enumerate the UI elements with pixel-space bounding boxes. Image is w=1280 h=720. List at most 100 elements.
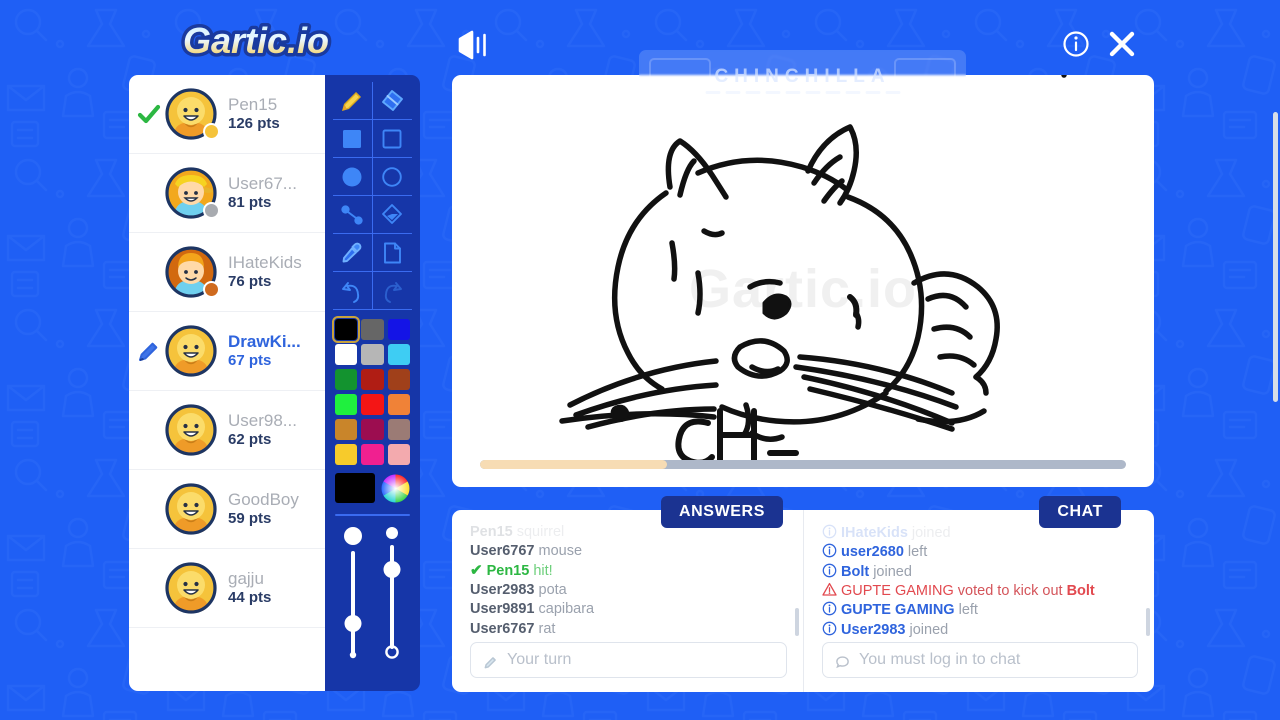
color-swatch[interactable]: [387, 444, 410, 465]
color-swatch[interactable]: [361, 369, 384, 390]
avatar: [163, 165, 220, 221]
info-circle-icon: [822, 543, 837, 558]
undo-tool[interactable]: [333, 272, 373, 310]
chat-panel: IHateKids joined user2680 left Bolt join…: [803, 510, 1154, 692]
outline-rectangle-tool[interactable]: [372, 120, 412, 158]
color-swatch[interactable]: [387, 394, 410, 415]
color-swatch[interactable]: [335, 394, 358, 415]
message-author: User2983: [470, 582, 535, 599]
player-row[interactable]: DrawKi... 67 pts: [129, 312, 325, 391]
word-dash: [705, 91, 720, 94]
answer-input[interactable]: Your turn: [470, 642, 787, 678]
player-info: User67... 81 pts: [228, 174, 297, 212]
slider-knob[interactable]: [344, 615, 362, 633]
pencil-icon: [339, 88, 365, 114]
player-marker-empty: [135, 574, 163, 602]
filled-circle-icon: [339, 164, 365, 190]
color-wheel-icon[interactable]: [381, 474, 410, 503]
color-swatch[interactable]: [387, 419, 410, 440]
fill-bucket-tool[interactable]: [372, 196, 412, 234]
color-swatch[interactable]: [331, 316, 361, 343]
brush-size-slider[interactable]: [338, 527, 368, 665]
color-swatch[interactable]: [335, 444, 358, 465]
color-swatch[interactable]: [361, 394, 384, 415]
color-swatch[interactable]: [335, 369, 358, 390]
tab-chat[interactable]: CHAT: [1039, 496, 1121, 528]
player-name: GoodBoy: [228, 490, 299, 510]
drawing-canvas-panel[interactable]: Gartic.io: [452, 75, 1154, 487]
player-points: 126 pts: [228, 114, 280, 132]
slider-top-glyph: [343, 527, 362, 545]
chat-input[interactable]: You must log in to chat: [822, 642, 1138, 678]
color-swatch[interactable]: [335, 344, 358, 365]
color-swatch[interactable]: [361, 419, 384, 440]
color-swatch[interactable]: [335, 419, 358, 440]
current-color-swatch[interactable]: [335, 473, 375, 503]
player-name: User67...: [228, 174, 297, 194]
color-swatch[interactable]: [361, 444, 384, 465]
filled-square-icon: [339, 126, 365, 152]
answers-scrollbar[interactable]: [795, 608, 799, 636]
message-text: pota: [538, 582, 567, 599]
warning-triangle-icon: [822, 582, 837, 597]
player-row[interactable]: IHateKids 76 pts: [129, 233, 325, 312]
message-text: joined: [909, 621, 949, 638]
player-row[interactable]: User67... 81 pts: [129, 154, 325, 233]
player-row[interactable]: GoodBoy 59 pts: [129, 470, 325, 549]
word-dash: [745, 91, 760, 94]
player-status-dot: [203, 202, 220, 219]
player-points: 81 pts: [228, 193, 272, 211]
color-swatch[interactable]: [361, 319, 384, 340]
color-swatch[interactable]: [387, 344, 410, 365]
drawing-toolbar[interactable]: [325, 75, 420, 691]
color-swatch[interactable]: [387, 369, 410, 390]
round-progress-bar: [480, 460, 1126, 469]
players-scrollbar[interactable]: [1273, 112, 1278, 402]
answers-message-list[interactable]: Pen15 squirrel User6767 mouse ✔ Pen15 hit! U…: [470, 522, 787, 642]
color-picker-tool[interactable]: [333, 234, 373, 272]
player-row[interactable]: User98... 62 pts: [129, 391, 325, 470]
redo-arrow-icon: [379, 278, 405, 304]
info-circle-icon[interactable]: [1062, 30, 1090, 58]
slider-knob[interactable]: [383, 560, 401, 578]
message-row: Bolt joined: [822, 561, 1138, 580]
word-dash: [725, 91, 740, 94]
close-icon[interactable]: [1106, 28, 1138, 60]
redo-tool[interactable]: [372, 272, 412, 310]
filled-ellipse-tool[interactable]: [333, 158, 373, 196]
new-page-tool[interactable]: [372, 234, 412, 272]
player-row[interactable]: gajju 44 pts: [129, 549, 325, 628]
message-author: Pen15: [486, 562, 530, 579]
outline-circle-icon: [379, 164, 405, 190]
word-hint-overlay: CHINCHILLA: [639, 50, 966, 106]
info-circle-icon: [822, 621, 837, 636]
color-swatch[interactable]: [361, 344, 384, 365]
secret-word: CHINCHILLA: [714, 65, 891, 87]
word-dash: [765, 91, 780, 94]
undo-arrow-icon: [339, 278, 365, 304]
slider-track: [350, 551, 355, 655]
message-text: joined: [873, 563, 912, 580]
players-list[interactable]: Pen15 126 pts User67... 81 pts IHateKids 76…: [129, 75, 325, 691]
eraser-tool[interactable]: [372, 82, 412, 120]
filled-rectangle-tool[interactable]: [333, 120, 373, 158]
player-row[interactable]: Pen15 126 pts: [129, 75, 325, 154]
message-author: User9891: [470, 601, 535, 618]
line-tool[interactable]: [333, 196, 373, 234]
color-swatch[interactable]: [387, 319, 410, 340]
chat-scrollbar[interactable]: [1146, 608, 1150, 636]
player-info: gajju 44 pts: [228, 569, 271, 607]
brush-opacity-slider[interactable]: [377, 527, 407, 665]
chat-message-list[interactable]: IHateKids joined user2680 left Bolt join…: [822, 522, 1138, 642]
pencil-tool[interactable]: [333, 82, 373, 120]
outline-ellipse-tool[interactable]: [372, 158, 412, 196]
player-points: 62 pts: [228, 430, 272, 448]
player-name: User98...: [228, 411, 297, 431]
avatar: [163, 402, 219, 458]
tab-answers[interactable]: ANSWERS: [661, 496, 783, 528]
player-status-dot: [203, 123, 220, 140]
message-text: left: [907, 544, 928, 561]
chat-input-placeholder: You must log in to chat: [859, 651, 1021, 668]
check-icon: ✔: [470, 561, 483, 579]
sound-icon[interactable]: [455, 29, 493, 61]
